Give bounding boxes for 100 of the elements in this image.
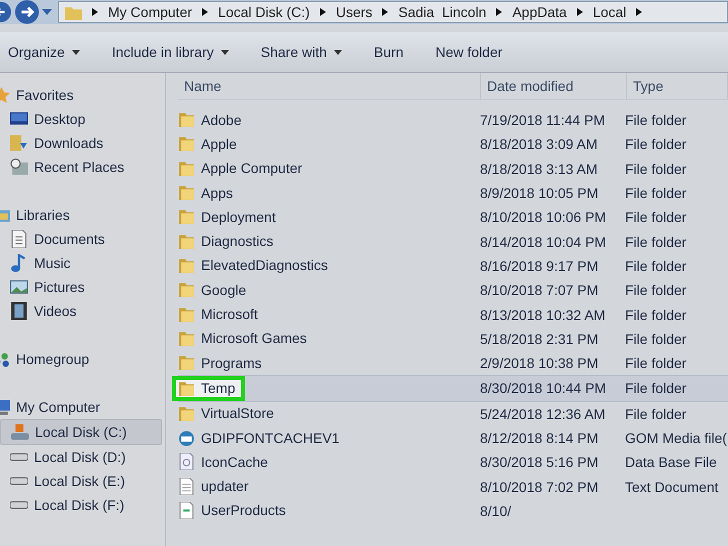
file-name: Microsoft Games <box>201 330 307 346</box>
toolbar-button[interactable]: Organize <box>0 40 96 64</box>
nav-item[interactable]: Videos <box>0 299 162 323</box>
date-modified: 8/10/ <box>480 502 512 519</box>
file-row[interactable]: Diagnostics 8/14/2018 10:04 PM File folder <box>178 229 728 254</box>
column-header[interactable]: Name <box>178 73 481 99</box>
toolbar-button[interactable]: Burn <box>358 40 420 64</box>
file-type: Data Base File <box>625 454 717 470</box>
drive-icon <box>11 423 29 441</box>
file-row[interactable]: Google 8/10/2018 7:07 PM File folder <box>178 278 728 302</box>
file-type: File folder <box>625 282 686 298</box>
database-file-icon <box>178 453 195 470</box>
nav-group-label[interactable]: My Computer <box>16 399 100 415</box>
nav-item[interactable]: Local Disk (F:) <box>0 493 162 517</box>
file-name: VirtualStore <box>201 405 274 422</box>
file-name: ElevatedDiagnostics <box>201 257 328 274</box>
file-type: File folder <box>625 306 686 323</box>
toolbar-button[interactable]: Include in library <box>96 40 245 64</box>
date-modified: 5/18/2018 2:31 PM <box>480 330 598 347</box>
chevron-icon[interactable] <box>496 8 502 16</box>
file-type: File folder <box>625 185 686 202</box>
nav-group-label[interactable]: Homegroup <box>16 351 90 367</box>
nav-item[interactable]: Documents <box>0 227 162 251</box>
file-row[interactable]: ElevatedDiagnostics 8/16/2018 9:17 PM File folder <box>178 254 728 278</box>
file-type: File folder <box>625 234 686 250</box>
chevron-icon[interactable] <box>636 8 642 16</box>
file-type: File folder <box>625 330 686 347</box>
media-file-icon <box>178 429 195 446</box>
file-type: File folder <box>625 209 686 226</box>
date-modified: 8/10/2018 7:02 PM <box>480 478 598 495</box>
file-name: Apps <box>201 184 233 201</box>
file-row[interactable]: Apple Computer 8/18/2018 3:13 AM File folder <box>178 156 728 181</box>
text-file-icon <box>178 478 195 495</box>
nav-item[interactable]: Local Disk (C:) <box>0 419 162 445</box>
file-type: File folder <box>625 160 686 177</box>
file-name: Apple Computer <box>201 160 302 176</box>
recent-places-icon <box>10 158 28 176</box>
file-type: File folder <box>625 380 686 396</box>
address-bar[interactable]: My Computer Local Disk (C:) Users Sadia Lincoln AppData Local <box>58 1 728 23</box>
breadcrumb[interactable]: Users <box>336 4 372 20</box>
nav-item[interactable]: Recent Places <box>0 155 162 179</box>
dropdown-icon[interactable] <box>42 9 52 15</box>
file-row[interactable]: Adobe 7/19/2018 11:44 PM File folder <box>178 108 728 132</box>
folder-icon <box>178 380 195 397</box>
config-file-icon <box>178 502 195 519</box>
forward-button[interactable] <box>14 0 40 25</box>
date-modified: 8/18/2018 3:09 AM <box>480 136 598 152</box>
chevron-icon[interactable] <box>320 8 326 16</box>
file-row[interactable]: Apple 8/18/2018 3:09 AM File folder <box>178 132 728 157</box>
nav-item[interactable]: Local Disk (E:) <box>0 469 162 493</box>
folder-icon <box>178 135 195 152</box>
toolbar-button[interactable]: Share with <box>244 40 358 64</box>
film-icon <box>10 302 28 320</box>
nav-item[interactable]: Desktop <box>0 107 162 131</box>
file-name: Temp <box>201 380 236 396</box>
nav-item[interactable]: Downloads <box>0 131 162 155</box>
file-row[interactable]: UserProducts 8/10/ <box>178 498 728 524</box>
file-row[interactable]: VirtualStore 5/24/2018 12:36 AM File folder <box>178 402 728 426</box>
chevron-icon[interactable] <box>576 8 583 16</box>
file-row[interactable]: Microsoft Games 5/18/2018 2:31 PM File folder <box>178 326 728 351</box>
file-row[interactable]: IconCache 8/30/2018 5:16 PM Data Base File <box>178 450 728 474</box>
file-row[interactable]: Microsoft 8/13/2018 10:32 AM File folder <box>178 302 728 327</box>
column-header[interactable]: Date modified <box>481 73 627 99</box>
chevron-icon[interactable] <box>202 8 208 16</box>
folder-icon <box>178 354 195 372</box>
chevron-icon[interactable] <box>92 8 98 16</box>
nav-item[interactable]: Pictures <box>0 275 162 299</box>
date-modified: 8/30/2018 10:44 PM <box>480 380 606 396</box>
file-name: Apple <box>201 136 237 152</box>
breadcrumb[interactable]: Local Disk (C:) <box>218 4 310 20</box>
document-icon <box>10 230 28 248</box>
breadcrumb[interactable]: AppData <box>512 4 567 20</box>
nav-group-label[interactable]: Favorites <box>16 87 74 103</box>
file-name: Microsoft <box>201 306 258 322</box>
folder-icon <box>65 4 82 20</box>
file-name: Programs <box>201 354 262 371</box>
folder-icon <box>178 184 195 202</box>
breadcrumb[interactable]: Sadia Lincoln <box>398 4 486 20</box>
breadcrumb[interactable]: My Computer <box>108 4 192 20</box>
folder-icon <box>178 404 195 422</box>
file-name: IconCache <box>201 454 268 470</box>
date-modified: 8/12/2018 8:14 PM <box>480 430 598 446</box>
file-row[interactable]: Deployment 8/10/2018 10:06 PM File folder <box>178 205 728 230</box>
picture-icon <box>10 278 28 296</box>
date-modified: 8/13/2018 10:32 AM <box>480 306 606 323</box>
toolbar-button[interactable]: New folder <box>419 40 518 64</box>
nav-item[interactable]: Local Disk (D:) <box>0 445 162 469</box>
folder-icon <box>178 208 195 226</box>
chevron-icon[interactable] <box>382 8 388 16</box>
file-type: Text Document <box>625 478 718 495</box>
drive-icon <box>10 453 28 461</box>
file-row[interactable]: GDIPFONTCACHEV1 8/12/2018 8:14 PM GOM Media file( <box>178 426 728 450</box>
breadcrumb[interactable]: Local <box>592 4 626 20</box>
column-header[interactable]: Type <box>627 73 728 99</box>
nav-item[interactable]: Music <box>0 251 162 275</box>
file-row[interactable]: Programs 2/9/2018 10:38 PM File folder <box>178 350 728 376</box>
file-row[interactable]: Apps 8/9/2018 10:05 PM File folder <box>178 180 728 206</box>
nav-group-label[interactable]: Libraries <box>16 207 70 223</box>
file-name: GDIPFONTCACHEV1 <box>201 430 340 446</box>
file-row[interactable]: updater 8/10/2018 7:02 PM Text Document <box>178 474 728 499</box>
